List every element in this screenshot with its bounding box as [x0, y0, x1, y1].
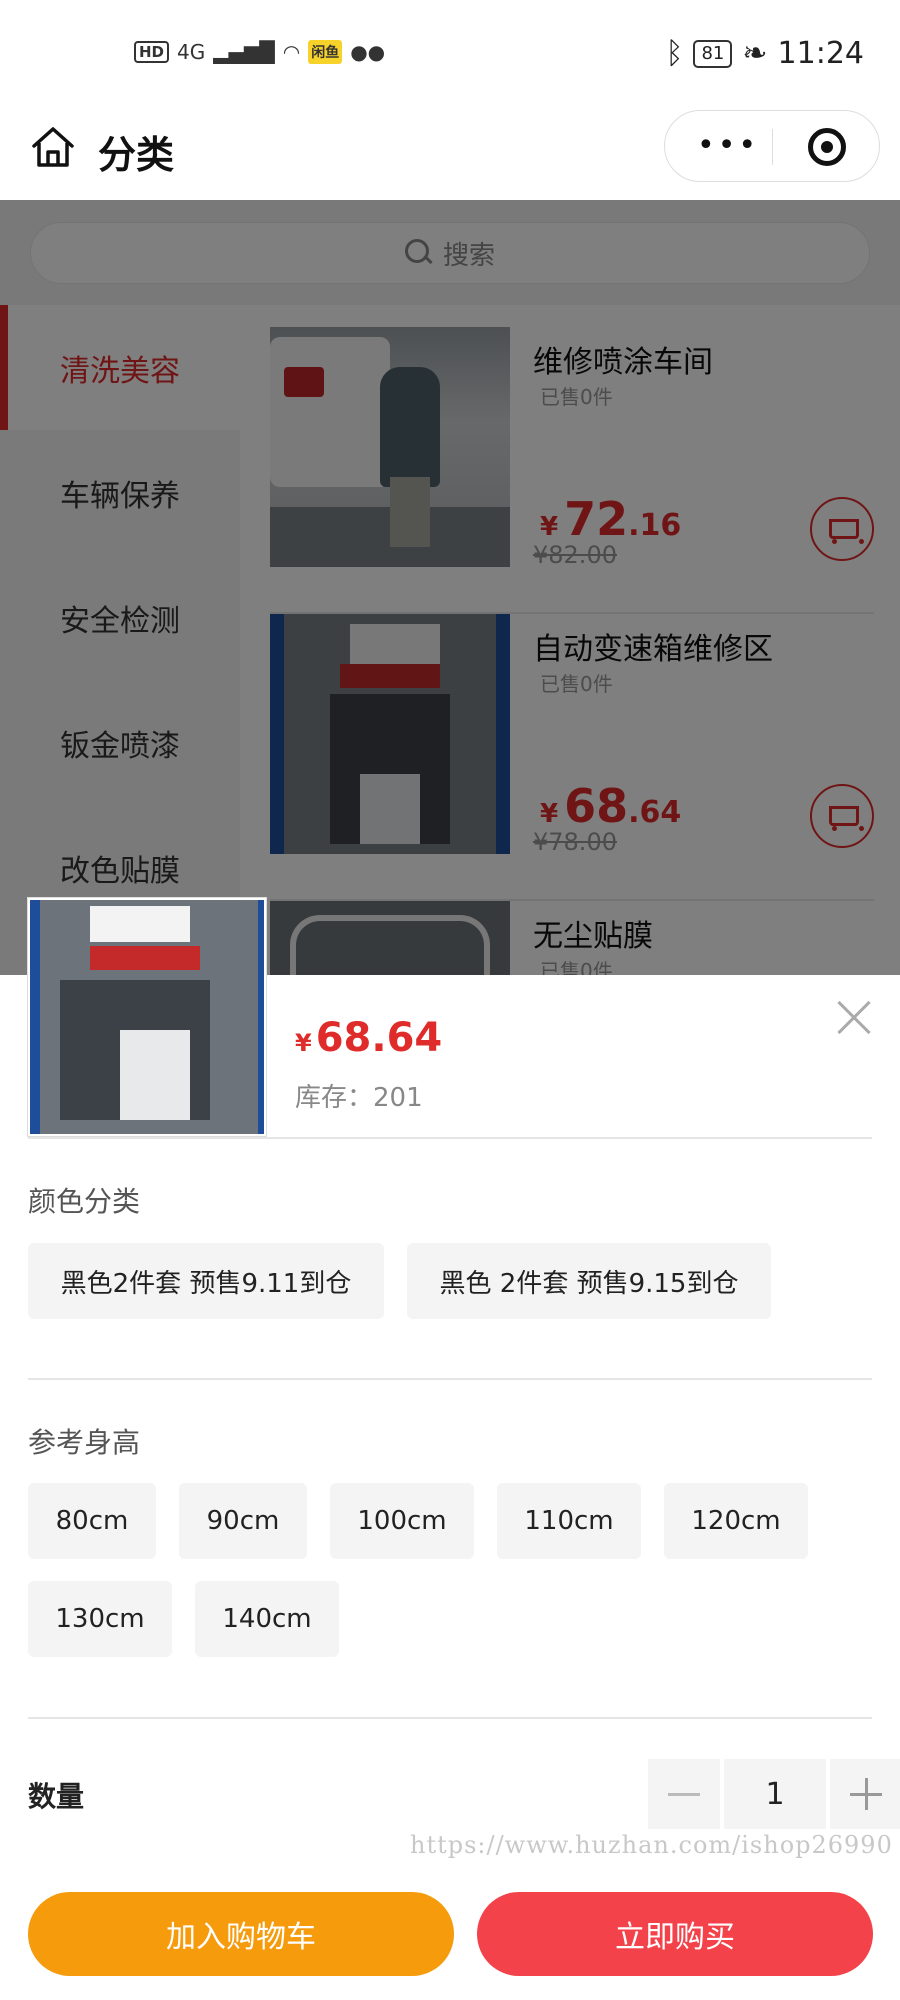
height-option[interactable]: 120cm	[664, 1483, 808, 1559]
sku-thumbnail	[28, 898, 266, 1136]
status-bar: HD 4G ▂▄▆█ ◠ 闲鱼 ●● ᛒ 81 ❧ 11:24	[0, 0, 900, 110]
color-option[interactable]: 黑色 2件套 预售9.15到仓	[407, 1243, 771, 1319]
height-option[interactable]: 100cm	[330, 1483, 474, 1559]
decrease-button[interactable]	[648, 1759, 720, 1829]
modal-backdrop[interactable]	[0, 200, 900, 975]
wifi-icon: ◠	[282, 40, 301, 64]
home-icon[interactable]	[30, 124, 76, 170]
signal-bars-icon: ▂▄▆█	[213, 40, 275, 64]
quantity-value[interactable]: 1	[724, 1759, 826, 1829]
sku-selector-sheet: ¥ 68.64 库存：201 颜色分类 黑色2件套 预售9.11到仓 黑色 2件…	[0, 898, 900, 2000]
sku-price: ¥ 68.64	[295, 1015, 442, 1061]
sku-price-value: 68.64	[315, 1015, 443, 1061]
status-left-icons: HD 4G ▂▄▆█ ◠ 闲鱼 ●●	[134, 40, 385, 64]
height-option[interactable]: 130cm	[28, 1581, 172, 1657]
quantity-label: 数量	[28, 1780, 85, 1813]
mini-program-capsule: •••	[664, 110, 880, 182]
divider	[28, 1137, 872, 1139]
height-option[interactable]: 80cm	[28, 1483, 156, 1559]
color-section-title: 颜色分类	[28, 1185, 141, 1218]
increase-button[interactable]	[830, 1759, 900, 1829]
height-option[interactable]: 140cm	[195, 1581, 339, 1657]
wechat-icon: ●●	[350, 40, 386, 64]
status-time: 11:24	[777, 36, 864, 71]
nav-bar: 分类 •••	[0, 110, 900, 200]
quantity-stepper: 1	[648, 1759, 900, 1829]
hd-icon: HD	[134, 41, 170, 63]
status-right: ᛒ 81 ❧ 11:24	[665, 36, 864, 71]
watermark-text: https://www.huzhan.com/ishop26990	[410, 1831, 893, 1859]
close-icon[interactable]	[836, 1000, 872, 1036]
divider	[28, 1378, 872, 1380]
battery-icon: 81	[693, 39, 733, 68]
bluetooth-icon: ᛒ	[665, 36, 684, 71]
leaf-icon: ❧	[742, 36, 768, 71]
height-option[interactable]: 90cm	[179, 1483, 307, 1559]
currency-symbol: ¥	[295, 1029, 312, 1057]
height-option[interactable]: 110cm	[497, 1483, 641, 1559]
buy-now-button[interactable]: 立即购买	[477, 1892, 873, 1976]
close-miniprogram-icon[interactable]	[808, 128, 846, 166]
page-title: 分类	[98, 133, 175, 177]
height-section-title: 参考身高	[28, 1426, 141, 1459]
more-icon[interactable]: •••	[697, 131, 759, 161]
app-badge-icon: 闲鱼	[308, 40, 343, 64]
color-option[interactable]: 黑色2件套 预售9.11到仓	[28, 1243, 384, 1319]
capsule-divider	[772, 129, 773, 165]
sku-stock: 库存：201	[295, 1083, 423, 1113]
divider	[28, 1717, 872, 1719]
signal-4g-icon: 4G	[177, 40, 206, 64]
add-to-cart-button[interactable]: 加入购物车	[28, 1892, 454, 1976]
